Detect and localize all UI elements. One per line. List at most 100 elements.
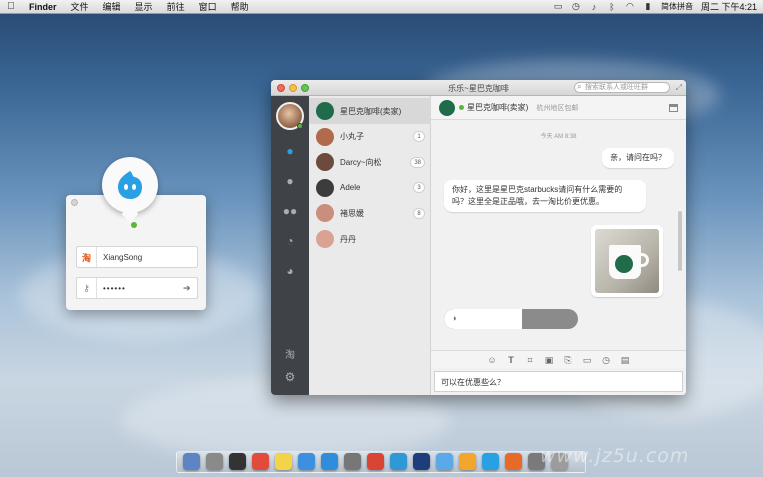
screenshot-icon[interactable]: ⌗ bbox=[524, 354, 536, 366]
contact-list: 星巴克咖啡(卖家) 小丸子 1 Darcy~向松 38 Adele 3 褚思媛 8 丹丹 bbox=[309, 96, 431, 395]
wangwang-icon[interactable] bbox=[482, 453, 499, 470]
key-icon: ⚷ bbox=[77, 278, 97, 298]
preview-icon[interactable] bbox=[344, 453, 361, 470]
avatar-online-dot bbox=[297, 123, 303, 129]
voice-icon: ◗ bbox=[452, 313, 458, 323]
menu-edit[interactable]: 编辑 bbox=[96, 0, 128, 14]
contact-item[interactable]: Darcy~向松 38 bbox=[309, 149, 431, 175]
menu-clock[interactable]: 周二 下午4:21 bbox=[697, 0, 757, 13]
taobao-icon: 淘 bbox=[77, 247, 97, 267]
favorites-icon[interactable]: ◕ bbox=[271, 264, 309, 278]
search-placeholder: 搜索联系人或旺旺群 bbox=[585, 84, 648, 91]
search-input[interactable]: ⌕ 搜索联系人或旺旺群 bbox=[574, 82, 670, 93]
text-format-icon[interactable]: T bbox=[505, 354, 517, 366]
notes-icon[interactable] bbox=[275, 453, 292, 470]
menu-finder[interactable]: Finder bbox=[22, 0, 64, 14]
expand-icon[interactable]: ⤢ bbox=[676, 83, 682, 93]
menu-go[interactable]: 前往 bbox=[160, 0, 192, 14]
contact-avatar bbox=[316, 204, 334, 223]
menu-window[interactable]: 窗口 bbox=[192, 0, 224, 14]
contact-avatar[interactable] bbox=[439, 99, 455, 116]
contact-name: 星巴克咖啡(卖家) bbox=[340, 106, 402, 116]
input-flag-icon[interactable]: ▮ bbox=[639, 1, 657, 12]
mission-control-icon[interactable] bbox=[229, 453, 246, 470]
file-icon[interactable]: ⎘ bbox=[562, 354, 574, 366]
window-icon[interactable]: ▭ bbox=[581, 354, 593, 366]
calendar-icon[interactable] bbox=[252, 453, 269, 470]
scrollbar[interactable] bbox=[678, 211, 682, 271]
incoming-message: 你好，这里是星巴克starbucks请问有什么需要的吗？这里全是正品哦，去一淘比… bbox=[444, 180, 646, 212]
contact-name: 褚思媛 bbox=[340, 208, 364, 218]
history-icon[interactable]: ◔ bbox=[271, 234, 309, 248]
contact-name: 丹丹 bbox=[340, 234, 356, 244]
contact-item[interactable]: 褚思媛 8 bbox=[309, 200, 431, 226]
group-icon[interactable]: ●● bbox=[271, 204, 309, 218]
search-icon: ⌕ bbox=[577, 82, 582, 91]
finder-extra-icon[interactable] bbox=[459, 453, 476, 470]
mail-icon[interactable] bbox=[321, 453, 338, 470]
chat-window: 乐乐~星巴克咖啡 ⌕ 搜索联系人或旺旺群 ⤢ ● ● ●● ◔ ◕ 淘 ⚙ 星巴… bbox=[271, 80, 686, 395]
contact-avatar bbox=[316, 153, 334, 172]
menu-view[interactable]: 显示 bbox=[128, 0, 160, 14]
login-arrow-icon[interactable]: ➔ bbox=[183, 283, 197, 294]
online-status-dot bbox=[459, 105, 464, 110]
chrome-icon[interactable] bbox=[367, 453, 384, 470]
photo-message[interactable] bbox=[591, 225, 663, 297]
username-field[interactable]: 淘 XiangSong bbox=[76, 246, 198, 268]
launchpad-icon[interactable] bbox=[206, 453, 223, 470]
voice-message[interactable]: ◗ bbox=[444, 309, 578, 329]
close-button[interactable] bbox=[71, 199, 78, 206]
bluetooth-icon[interactable]: ᛒ bbox=[603, 2, 621, 12]
contact-name: Darcy~向松 bbox=[340, 157, 382, 167]
apple-icon[interactable]:  bbox=[0, 1, 22, 12]
contact-item[interactable]: 星巴克咖啡(卖家) bbox=[309, 98, 431, 124]
contact-item[interactable]: Adele 3 bbox=[309, 175, 431, 201]
display-icon[interactable]: ▭ bbox=[549, 1, 567, 12]
qq-icon[interactable] bbox=[390, 453, 407, 470]
chat-header: 星巴克咖啡(卖家) 杭州地区包邮 bbox=[431, 96, 686, 120]
timer-icon[interactable]: ◷ bbox=[600, 354, 612, 366]
contact-avatar bbox=[316, 102, 334, 120]
window-menu-icon[interactable] bbox=[669, 104, 678, 112]
unread-count-badge: 8 bbox=[413, 207, 425, 219]
input-method[interactable]: 简体拼音 bbox=[657, 1, 697, 12]
photoshop-icon[interactable] bbox=[413, 453, 430, 470]
contact-name: Adele bbox=[340, 183, 361, 193]
title-bar[interactable]: 乐乐~星巴克咖啡 ⌕ 搜索联系人或旺旺群 ⤢ bbox=[271, 80, 686, 96]
app-store-icon[interactable] bbox=[298, 453, 315, 470]
contacts-icon[interactable]: ● bbox=[271, 174, 309, 188]
sidebar-rail: ● ● ●● ◔ ◕ 淘 ⚙ bbox=[271, 96, 309, 395]
message-input[interactable]: 可以在优惠些么？ bbox=[434, 371, 683, 392]
contact-item[interactable]: 丹丹 bbox=[309, 226, 431, 252]
contact-avatar bbox=[316, 127, 334, 146]
unread-count-badge: 3 bbox=[413, 182, 425, 194]
settings-icon[interactable]: ⚙ bbox=[271, 370, 309, 384]
menu-bar:  Finder 文件 编辑 显示 前往 窗口 帮助 ▭ ◷ ♪ ᛒ ◠ ▮ 简… bbox=[0, 0, 763, 14]
outgoing-message: 亲，请问在吗？ bbox=[602, 148, 674, 168]
password-value[interactable]: •••••• bbox=[97, 284, 183, 293]
contact-item[interactable]: 小丸子 1 bbox=[309, 124, 431, 150]
volume-icon[interactable]: ♪ bbox=[585, 2, 603, 12]
unread-count-badge: 38 bbox=[410, 156, 425, 168]
contact-avatar bbox=[316, 178, 334, 197]
clock-icon[interactable]: ◷ bbox=[567, 1, 585, 12]
status-area: ▭ ◷ ♪ ᛒ ◠ ▮ 简体拼音 周二 下午4:21 bbox=[549, 0, 763, 14]
password-field[interactable]: ⚷ •••••• ➔ bbox=[76, 277, 198, 299]
taobao-shop-icon[interactable]: 淘 bbox=[271, 346, 309, 361]
xiami-icon[interactable] bbox=[505, 453, 522, 470]
wangwang-logo bbox=[102, 157, 158, 213]
history-log-icon[interactable]: ▤ bbox=[619, 354, 631, 366]
finder-icon[interactable] bbox=[183, 453, 200, 470]
chat-icon[interactable]: ● bbox=[271, 144, 309, 158]
username-value[interactable]: XiangSong bbox=[97, 253, 197, 262]
menu-help[interactable]: 帮助 bbox=[224, 0, 256, 14]
xcode-icon[interactable] bbox=[436, 453, 453, 470]
menu-file[interactable]: 文件 bbox=[64, 0, 96, 14]
watermark: www.jz5u.com bbox=[540, 445, 690, 467]
emoji-icon[interactable]: ☺ bbox=[486, 354, 498, 366]
wifi-icon[interactable]: ◠ bbox=[621, 1, 639, 12]
image-icon[interactable]: ▣ bbox=[543, 354, 555, 366]
chat-toolbar: ☺ T ⌗ ▣ ⎘ ▭ ◷ ▤ bbox=[431, 350, 686, 368]
wangwang-mascot-icon bbox=[118, 171, 142, 199]
online-status-dot bbox=[131, 222, 137, 228]
